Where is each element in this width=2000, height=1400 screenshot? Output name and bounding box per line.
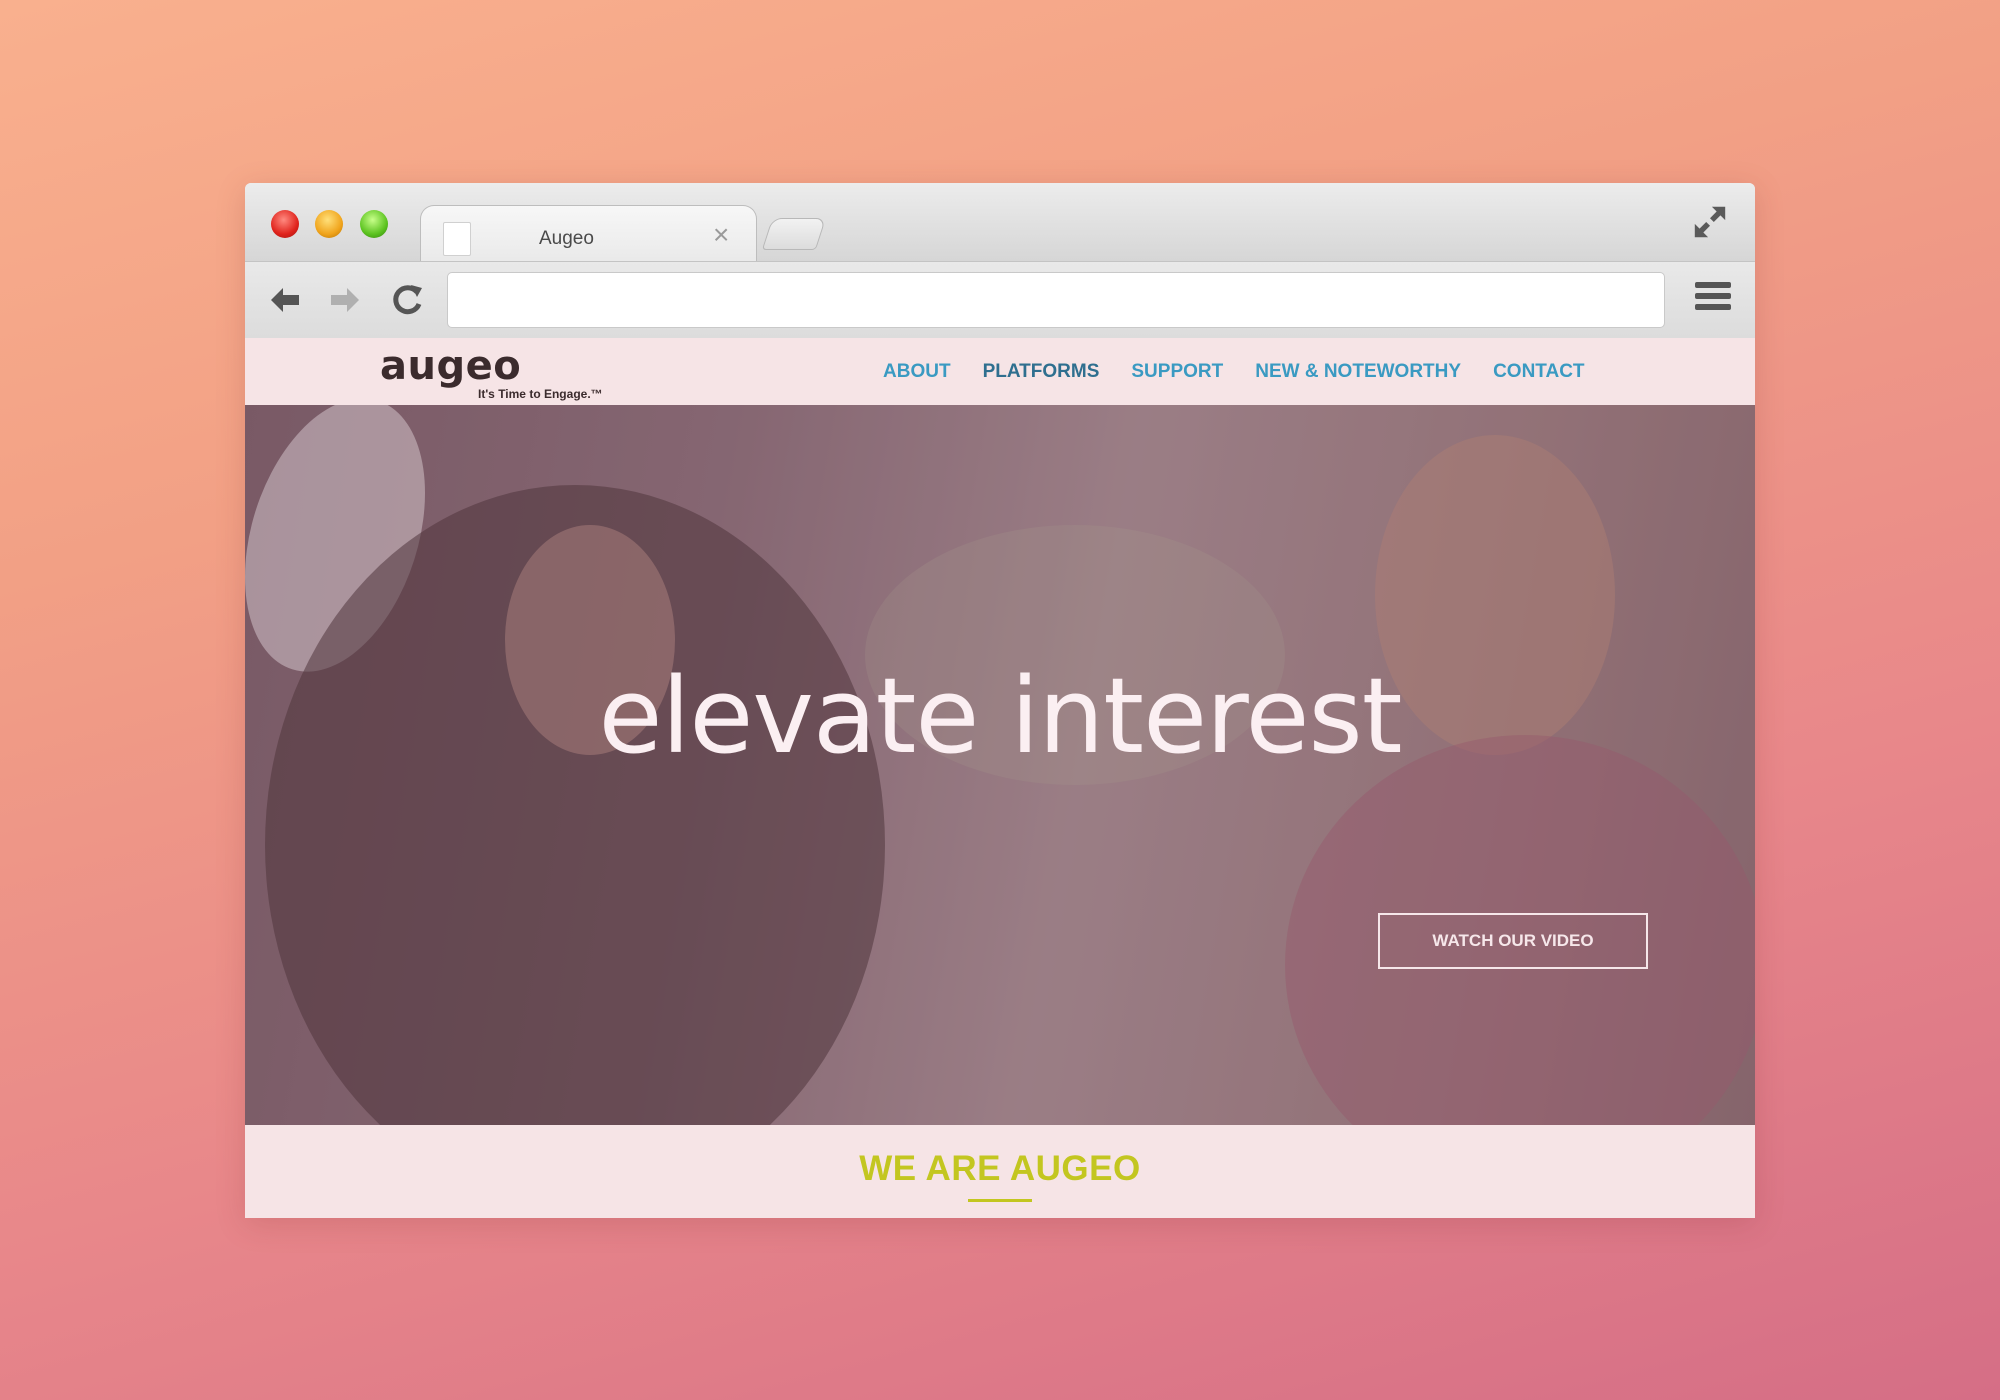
- site-header: augeo It's Time to Engage.™ ABOUT PLATFO…: [245, 338, 1755, 405]
- page-viewport: augeo It's Time to Engage.™ ABOUT PLATFO…: [245, 338, 1755, 1218]
- nav-platforms[interactable]: PLATFORMS: [983, 361, 1100, 383]
- fullscreen-icon[interactable]: [1691, 203, 1729, 241]
- nav-about[interactable]: ABOUT: [883, 361, 951, 383]
- tab-title: Augeo: [539, 228, 594, 249]
- arrow-left-icon[interactable]: [265, 280, 305, 320]
- heading-underline: [968, 1199, 1032, 1202]
- minimize-window-button[interactable]: [315, 210, 343, 238]
- augeo-logo[interactable]: augeo It's Time to Engage.™: [380, 343, 603, 401]
- browser-toolbar: [245, 261, 1755, 339]
- hamburger-menu-icon[interactable]: [1695, 282, 1731, 316]
- main-nav: ABOUT PLATFORMS SUPPORT NEW & NOTEWORTHY…: [883, 338, 1617, 405]
- nav-new-noteworthy[interactable]: NEW & NOTEWORTHY: [1255, 361, 1461, 383]
- logo-wordmark: augeo: [380, 343, 522, 389]
- hero-headline: elevate interest: [598, 655, 1403, 777]
- reload-icon[interactable]: [387, 280, 427, 320]
- address-bar[interactable]: [447, 272, 1665, 328]
- browser-tab-active[interactable]: Augeo ×: [420, 205, 757, 264]
- logo-tagline: It's Time to Engage.™: [478, 387, 603, 401]
- new-tab-button[interactable]: [761, 218, 827, 250]
- nav-support[interactable]: SUPPORT: [1131, 361, 1223, 383]
- intro-heading: WE ARE AUGEO: [859, 1149, 1141, 1188]
- arrow-right-icon[interactable]: [325, 280, 365, 320]
- browser-window: Augeo × augeo It's Time to Engage.™ ABOU…: [245, 183, 1755, 1218]
- tab-close-icon[interactable]: ×: [713, 220, 729, 250]
- watch-video-button[interactable]: WATCH OUR VIDEO: [1378, 913, 1648, 969]
- hero-banner: elevate interest WATCH OUR VIDEO: [245, 405, 1755, 1125]
- browser-titlebar: Augeo ×: [245, 183, 1755, 264]
- maximize-window-button[interactable]: [360, 210, 388, 238]
- nav-contact[interactable]: CONTACT: [1493, 361, 1584, 383]
- intro-section: WE ARE AUGEO: [245, 1125, 1755, 1218]
- close-window-button[interactable]: [271, 210, 299, 238]
- page-icon: [443, 222, 471, 256]
